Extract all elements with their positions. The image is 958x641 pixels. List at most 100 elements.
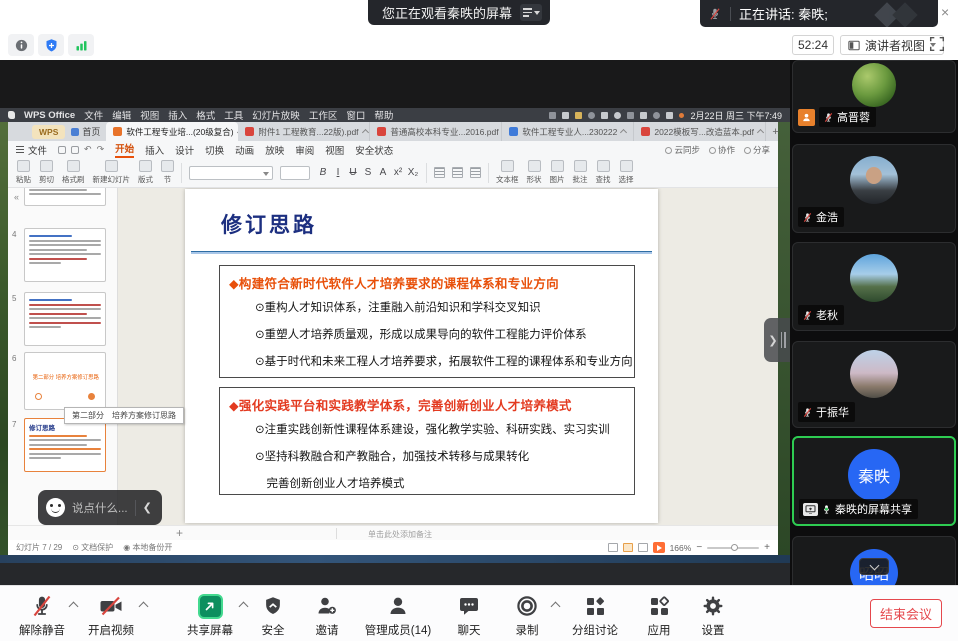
chat-collapse-icon[interactable]: ❮ [143,501,152,514]
toolbar-tool: 查找 [596,160,611,185]
participant-tile[interactable]: 高晋蓉 [792,60,956,133]
mac-menu-item: 插入 [168,108,187,122]
ribbon-tab: 动画 [235,143,254,157]
wps-document-tab: 2022模板写...改造蓝本.pdf [634,122,766,141]
recording-dot-icon [679,113,684,118]
tab-caret-icon [361,129,368,136]
security-button[interactable]: 安全 [246,591,300,638]
participant-tile[interactable]: 于振华 [792,341,956,428]
shared-screen-view: WPS Office 文件编辑视图插入格式工具幻灯片放映工作区窗口帮助 2月22… [0,60,790,585]
participant-tile[interactable]: 老秋 [792,242,956,331]
meeting-info-button[interactable] [8,34,34,56]
align-icon [452,167,463,178]
mic-muted-icon [823,112,834,123]
zoom-in-icon: + [764,543,770,553]
fullscreen-icon [928,35,946,53]
tray-icon [627,112,634,119]
toolbar-tool: 图片 [550,160,565,185]
banner-menu-icon[interactable] [520,4,542,21]
invite-button[interactable]: 邀请 [300,591,354,638]
tool-icon [551,160,564,172]
section-item: ⊙注重实践创新性课程体系建设，强化教学实验、科研实践、实习实训 [229,417,625,444]
close-icon[interactable]: × [941,5,949,19]
document-icon [377,127,386,136]
slide-thumbnail [24,292,106,346]
ribbon-right-actions: 云同步协作分享 [665,144,770,156]
ribbon-tab: 设计 [175,143,194,157]
format-mark: X₂ [407,167,419,178]
screen-share-icon [803,503,818,516]
record-button[interactable]: 录制 [496,591,558,638]
breakout-rooms-button[interactable]: 分组讨论 [558,591,632,638]
zoom-out-icon: − [696,543,702,553]
fullscreen-button[interactable] [928,35,948,55]
info-icon [14,38,29,53]
emoji-icon[interactable] [46,498,65,517]
meeting-control-strip: 52:24 演讲者视图 [0,28,958,60]
slide-indicator-icon [88,393,95,400]
speaker-view-icon [848,40,860,51]
settings-button[interactable]: 设置 [686,591,740,638]
chat-placeholder[interactable]: 说点什么... [72,500,128,516]
tool-icon [105,160,118,172]
camera-off-icon [98,594,124,618]
end-meeting-button[interactable]: 结束会议 [870,599,942,628]
tool-icon [139,160,152,172]
apps-button[interactable]: 应用 [632,591,686,638]
mac-menu-item: 窗口 [346,108,365,122]
ribbon-action: 分享 [744,144,770,156]
toolbar-tool: 文本框 [496,160,519,185]
share-letterbox [0,563,790,585]
format-mark: S [362,167,374,178]
mac-clock: 2月22日 周三 下午7:49 [690,109,782,122]
slide-title: 修订思路 [221,209,317,239]
unmute-button[interactable]: 解除静音 [8,591,76,638]
section-item: ⊙重构人才知识体系，注重融入前沿知识和学科交叉知识 [229,295,625,322]
share-screen-button[interactable]: 共享屏幕 [174,591,246,638]
chat-button[interactable]: 聊天 [442,591,496,638]
start-video-button[interactable]: 开启视频 [76,591,146,638]
toolbar-tool: 剪切 [39,160,54,185]
chevron-up-icon[interactable] [139,602,149,612]
apple-logo-icon [8,111,15,119]
top-banner-bar: 您正在观看秦昳的屏幕 正在讲话: 秦昳; × [0,0,958,28]
quick-chat-bubble[interactable]: 说点什么... ❮ [38,490,162,525]
mac-menu-item: 帮助 [374,108,393,122]
ribbon-tab: 开始 [115,141,134,158]
watching-screen-banner[interactable]: 您正在观看秦昳的屏幕 [368,0,550,25]
wps-doc-tabs: 软件工程专业培...(20级复合) 附件1 工程教育...22版).pdf [106,122,766,141]
speaking-banner: 正在讲话: 秦昳; [700,0,938,27]
manage-members-button[interactable]: 管理成员(14) [354,591,442,638]
document-icon [245,127,254,136]
participants-sidebar: 高晋蓉 金浩 老秋 [790,60,958,585]
tab-caret-icon [620,129,627,136]
format-mark: A [377,167,389,178]
sidebar-collapse-handle[interactable]: ❯ [764,318,790,362]
status-item: ◉ 本地备份开 [123,542,172,553]
avatar [850,350,898,398]
mic-muted-icon [802,310,813,321]
slide-canvas: 修订思路 ◆构建符合新时代软件人才培养要求的课程体系和专业方向 ⊙重构人才知识体… [118,188,778,525]
security-shield-button[interactable] [38,34,64,56]
notes-hint: 单击此处添加备注 [368,529,432,540]
shield-icon [262,594,284,618]
toolbar-tool: 新建幻灯片 [93,160,131,185]
view-normal-icon [608,543,618,552]
format-mark: x² [392,167,404,178]
wps-toolbar: 粘贴剪切格式刷新建幻灯片版式节 BIUSAx²X₂ 文本框形状图片批注查找选择 [8,158,778,188]
mac-menu-item: 工作区 [309,108,338,122]
participant-tile-sharing[interactable]: 秦昳 秦昳的屏幕共享 [792,436,956,526]
participant-tile[interactable]: 金浩 [792,144,956,233]
desktop-dock-strip [0,555,790,563]
tool-icon [528,160,541,172]
chevron-down-icon [869,560,879,570]
network-quality-button[interactable] [68,34,94,56]
sidebar-scroll-down-button[interactable] [859,558,889,575]
tool-icon [161,160,174,172]
format-mark: B [317,167,329,178]
tray-icon [588,112,595,119]
title-divider [191,251,652,254]
members-icon [386,594,410,618]
tray-icon [562,112,569,119]
wps-brand-badge: WPS [32,125,65,139]
